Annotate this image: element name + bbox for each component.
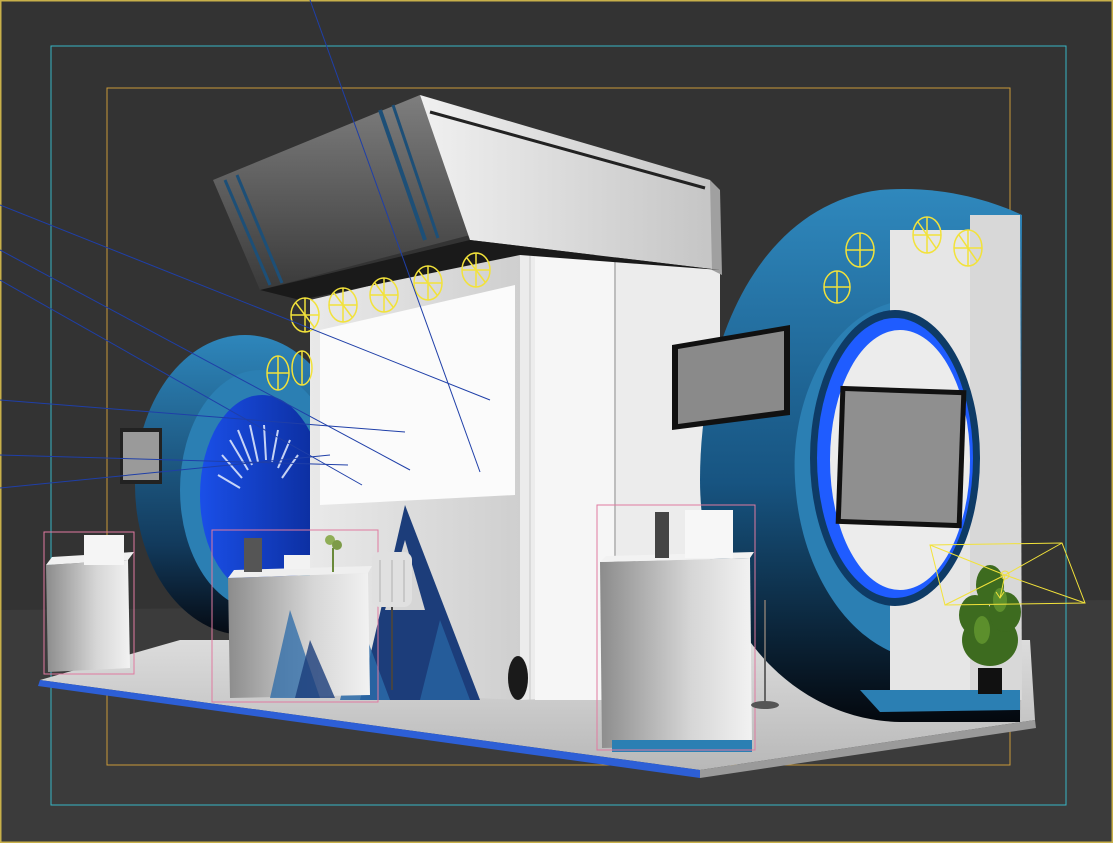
spotlight-4[interactable] <box>413 265 443 301</box>
spotlight-10[interactable] <box>912 216 942 254</box>
floor-speaker[interactable] <box>508 656 528 700</box>
spotlight-8[interactable] <box>823 270 851 304</box>
spotlight-2[interactable] <box>328 287 358 323</box>
spotlight-3[interactable] <box>369 277 399 313</box>
viewport-scene[interactable] <box>0 0 1113 843</box>
spotlight-5[interactable] <box>461 252 491 288</box>
3d-viewport[interactable] <box>0 0 1113 843</box>
spotlight-9[interactable] <box>845 232 875 268</box>
spotlight-11[interactable] <box>953 229 983 267</box>
spotlight-6[interactable] <box>266 355 290 391</box>
